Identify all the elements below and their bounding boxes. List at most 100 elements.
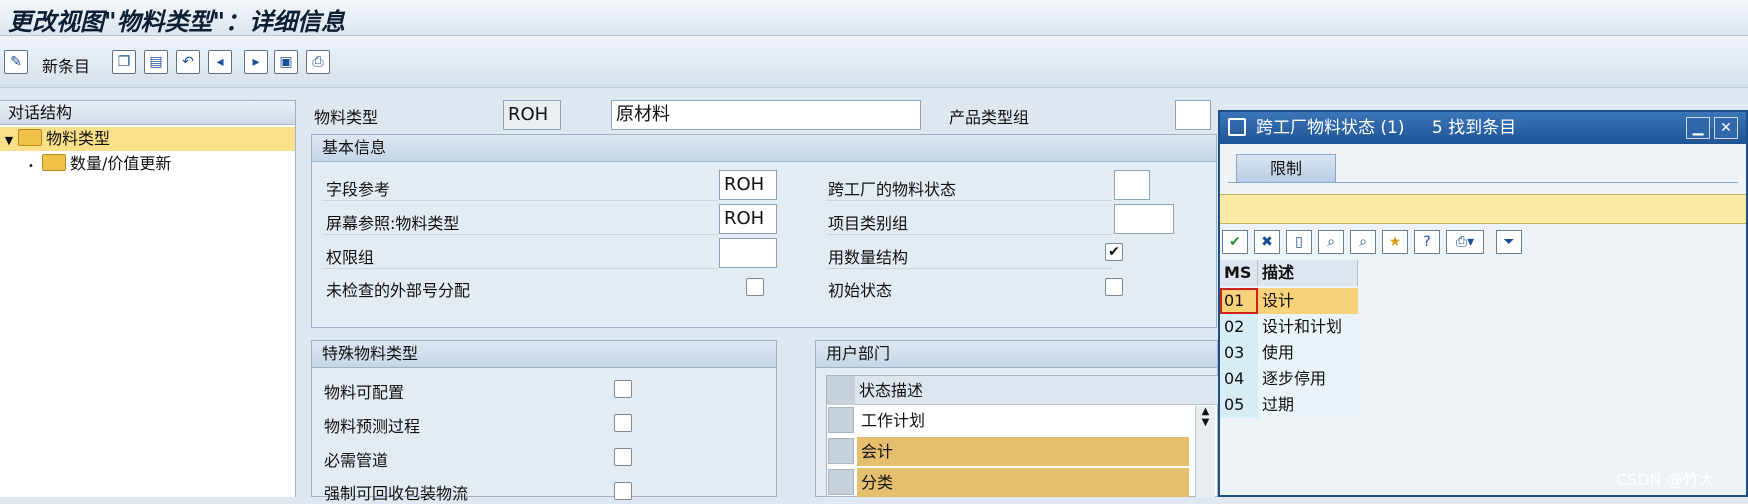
row-selector[interactable]	[828, 438, 854, 464]
table-row[interactable]: 分类	[857, 468, 1189, 497]
row-divider	[322, 234, 718, 235]
new-icon[interactable]: ▯	[1286, 230, 1312, 254]
result-desc[interactable]: 逐步停用	[1258, 366, 1358, 392]
tab-restrictions[interactable]: 限制	[1236, 154, 1336, 182]
tree-item-material-type[interactable]: ▼ 物料类型	[0, 127, 295, 151]
result-code[interactable]: 05	[1220, 392, 1258, 418]
minimize-button[interactable]: ▁	[1686, 117, 1710, 139]
pipeline-checkbox[interactable]	[614, 448, 632, 466]
row-selector[interactable]	[828, 469, 854, 495]
new-entries-button[interactable]: 新条目	[42, 53, 90, 77]
authorization-group-field[interactable]	[719, 238, 777, 268]
column-header-description[interactable]: 描述	[1258, 260, 1358, 286]
authorization-group-label: 权限组	[326, 248, 375, 267]
result-desc[interactable]: 过期	[1258, 392, 1358, 418]
result-row[interactable]: 02 设计和计划	[1220, 314, 1358, 340]
tree-item-qty-value-update[interactable]: • 数量/价值更新	[28, 152, 171, 176]
close-button[interactable]: ✕	[1714, 117, 1738, 139]
print-icon[interactable]: ⎙	[306, 50, 330, 74]
row-divider	[322, 200, 718, 201]
row-divider	[826, 200, 1112, 201]
result-row[interactable]: 04 逐步停用	[1220, 366, 1358, 392]
special-material-types-title: 特殊物料类型	[312, 341, 776, 368]
result-desc[interactable]: 使用	[1258, 340, 1358, 366]
table-row[interactable]: 会计	[857, 437, 1189, 466]
result-code[interactable]: 04	[1220, 366, 1258, 392]
initial-status-label: 初始状态	[828, 281, 893, 300]
initial-status-checkbox[interactable]	[1105, 278, 1123, 296]
cancel-icon[interactable]: ✖	[1254, 230, 1280, 254]
row-divider	[826, 268, 1112, 269]
previous-entry-icon[interactable]: ◂	[208, 50, 232, 74]
bullet-icon: •	[28, 161, 34, 172]
row-divider	[826, 234, 1112, 235]
popup-title-bar[interactable]: 跨工厂物料状态 (1) 5 找到条目	[1220, 112, 1746, 144]
folder-icon	[42, 154, 66, 171]
expand-triangle-icon[interactable]: ▼	[0, 129, 18, 153]
glasses-edit-icon[interactable]: ✎	[4, 50, 28, 74]
result-grid-header: MS 描述	[1220, 260, 1363, 286]
search-help-popup: 跨工厂物料状态 (1) 5 找到条目 ▁ ✕ 限制 ✔ ✖ ▯ ⌕ ⌕ ★ ? …	[1218, 110, 1748, 497]
result-row[interactable]: 05 过期	[1220, 392, 1358, 418]
next-entry-icon[interactable]: ▸	[244, 50, 268, 74]
quantity-structure-checkbox[interactable]: ✔	[1105, 243, 1123, 261]
forecast-label: 物料预测过程	[324, 417, 421, 436]
configurable-label: 物料可配置	[324, 383, 405, 402]
forecast-checkbox[interactable]	[614, 414, 632, 432]
select-all-icon[interactable]: ▣	[274, 50, 298, 74]
tree-item-label: 数量/价值更新	[70, 154, 172, 173]
scroll-up-icon[interactable]: ▲	[1196, 406, 1215, 417]
cross-plant-status-field[interactable]	[1114, 170, 1150, 200]
result-desc[interactable]: 设计和计划	[1258, 314, 1358, 340]
user-department-title: 用户部门	[816, 341, 1217, 368]
field-reference-field[interactable]: ROH	[719, 170, 777, 200]
material-type-label: 物料类型	[314, 108, 379, 127]
popup-result-count: 5 找到条目	[1431, 118, 1517, 138]
pipeline-label: 必需管道	[324, 451, 389, 470]
item-category-group-label: 项目类别组	[828, 214, 909, 233]
result-code[interactable]: 02	[1220, 314, 1258, 340]
row-selector[interactable]	[828, 407, 854, 433]
title-bar: 更改视图"物料类型"：详细信息	[0, 0, 1748, 36]
find-icon[interactable]: ⌕	[1318, 230, 1344, 254]
screen-reference-field[interactable]: ROH	[719, 204, 777, 234]
quantity-structure-label: 用数量结构	[828, 248, 909, 267]
undo-icon[interactable]: ↶	[176, 50, 200, 74]
configurable-checkbox[interactable]	[614, 380, 632, 398]
returnable-packaging-checkbox[interactable]	[614, 482, 632, 500]
find-next-icon[interactable]: ⌕	[1350, 230, 1376, 254]
filter-icon[interactable]: ⏷	[1496, 230, 1522, 254]
result-row[interactable]: 03 使用	[1220, 340, 1358, 366]
result-code[interactable]: 01	[1220, 288, 1258, 314]
product-type-group-label: 产品类型组	[949, 108, 1030, 127]
result-desc[interactable]: 设计	[1258, 288, 1358, 314]
folder-open-icon	[18, 129, 42, 146]
tree-item-label: 物料类型	[46, 129, 111, 148]
application-toolbar: ✎ 新条目 ❐ ▤ ↶ ◂ ▸ ▣ ⎙	[0, 36, 1748, 88]
window-icon	[1228, 118, 1246, 136]
delete-icon[interactable]: ▤	[144, 50, 168, 74]
checkmark-icon: ✔	[1108, 244, 1120, 260]
add-favorite-icon[interactable]: ★	[1382, 230, 1408, 254]
table-row[interactable]: 工作计划	[857, 406, 1189, 435]
material-type-field[interactable]: ROH	[503, 100, 561, 130]
status-description-column-header[interactable]: 状态描述	[855, 376, 1219, 405]
result-row[interactable]: 01 设计	[1220, 288, 1358, 314]
copy-icon[interactable]: ❐	[112, 50, 136, 74]
field-reference-label: 字段参考	[326, 180, 391, 199]
result-code[interactable]: 03	[1220, 340, 1258, 366]
column-header-ms[interactable]: MS	[1220, 260, 1258, 286]
external-number-label: 未检查的外部号分配	[326, 281, 471, 300]
screen-reference-label: 屏幕参照:物料类型	[326, 214, 460, 233]
page-title: 更改视图"物料类型"：详细信息	[8, 7, 346, 36]
help-icon[interactable]: ?	[1414, 230, 1440, 254]
material-type-description-field[interactable]: 原材料	[611, 100, 921, 130]
confirm-icon[interactable]: ✔	[1222, 230, 1248, 254]
scroll-down-icon[interactable]: ▼	[1196, 417, 1215, 428]
table-scrollbar[interactable]: ▲ ▼	[1195, 406, 1215, 498]
product-type-group-field[interactable]	[1175, 100, 1211, 130]
print-icon[interactable]: ⎙▾	[1446, 230, 1484, 254]
external-number-checkbox[interactable]	[746, 278, 764, 296]
row-divider	[322, 268, 718, 269]
item-category-group-field[interactable]	[1114, 204, 1174, 234]
